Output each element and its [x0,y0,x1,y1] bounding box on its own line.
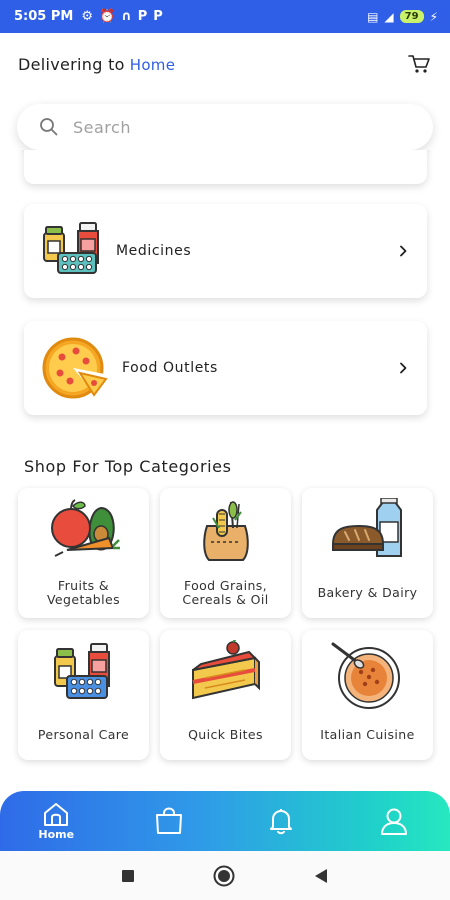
search-bar[interactable] [17,104,433,150]
app-header: Delivering to Home [0,33,450,95]
category-label-line1: Food Grains, [183,578,268,593]
nav-home-label: Home [38,828,75,841]
status-right: ▤ ◢ 79 ⚡ [367,10,438,24]
chevron-right-icon [400,245,407,257]
content-scroll[interactable]: Medicines Food Outlets Shop For Top Cate… [0,150,450,790]
delivery-location-link[interactable]: Home [130,56,176,74]
headset-status-icon: ∩ [121,9,132,24]
wifi-signal-icon: ▤ [367,9,379,24]
category-label-line2: Vegetables [46,592,121,607]
category-label-single: Bakery & Dairy [317,585,418,600]
nav-home[interactable]: Home [0,791,113,851]
category-label: Food Grains, Cereals & Oil [164,579,287,607]
home-icon [44,803,69,826]
service-card-partial[interactable] [24,150,427,184]
bottom-nav: Home [0,791,450,851]
system-nav-bar [0,851,450,900]
battery-badge: 79 [399,10,424,23]
status-icons: ⚙ ⏰ ∩ P P [81,9,162,24]
settings-status-icon: ⚙ [81,9,93,24]
category-quick-bites[interactable]: Quick Bites [160,630,291,760]
cart-icon [408,55,430,73]
category-label-line1: Fruits & [57,578,110,593]
category-label-single: Italian Cuisine [320,727,415,742]
fruits-vegetables-icon [50,499,120,557]
nav-notifications[interactable] [225,791,338,851]
service-label-medicines: Medicines [116,243,192,259]
category-food-grains[interactable]: Food Grains, Cereals & Oil [160,488,291,618]
category-bakery-dairy[interactable]: Bakery & Dairy [302,488,433,618]
alarm-status-icon: ⏰ [98,9,116,24]
nav-shop[interactable] [113,791,226,851]
status-bar: 5:05 PM ⚙ ⏰ ∩ P P ▤ ◢ 79 ⚡ [0,0,450,33]
cell-signal-icon: ◢ [384,9,394,24]
cart-button[interactable] [406,51,432,77]
service-label-food-outlets: Food Outlets [122,360,218,376]
search-icon [40,118,58,136]
medicines-icon [43,222,99,274]
service-card-medicines[interactable]: Medicines [24,204,427,298]
service-card-food-outlets[interactable]: Food Outlets [24,321,427,415]
cake-icon [191,640,260,700]
soup-bowl-icon [331,642,400,709]
bakery-dairy-icon [331,498,402,557]
user-icon [380,808,407,835]
section-title: Shop For Top Categories [24,457,232,476]
category-label-line2: Cereals & Oil [182,592,269,607]
back-triangle-icon[interactable] [313,868,329,884]
p-app-status-icon: P [137,9,148,24]
p-app-status-icon-2: P [153,9,163,24]
search-input[interactable] [73,117,373,137]
category-personal-care[interactable]: Personal Care [18,630,149,760]
category-label: Fruits & Vegetables [22,579,145,607]
charging-icon: ⚡ [429,9,438,24]
recents-square-icon[interactable] [121,869,135,883]
bell-icon [270,809,293,835]
home-circle-icon[interactable] [213,865,235,887]
chevron-right-icon [400,362,407,374]
personal-care-icon [53,643,110,699]
shopping-bag-icon [155,807,182,834]
nav-profile[interactable] [338,791,450,851]
category-label-single: Personal Care [37,727,130,742]
category-label-single: Quick Bites [188,727,263,742]
status-time: 5:05 PM [14,9,74,24]
delivering-prefix: Delivering to [18,54,125,74]
category-italian-cuisine[interactable]: Italian Cuisine [302,630,433,760]
grains-icon [202,501,249,561]
category-fruits-vegetables[interactable]: Fruits & Vegetables [18,488,149,618]
pizza-icon [42,337,110,399]
delivering-to-text: Delivering to Home [18,55,175,74]
